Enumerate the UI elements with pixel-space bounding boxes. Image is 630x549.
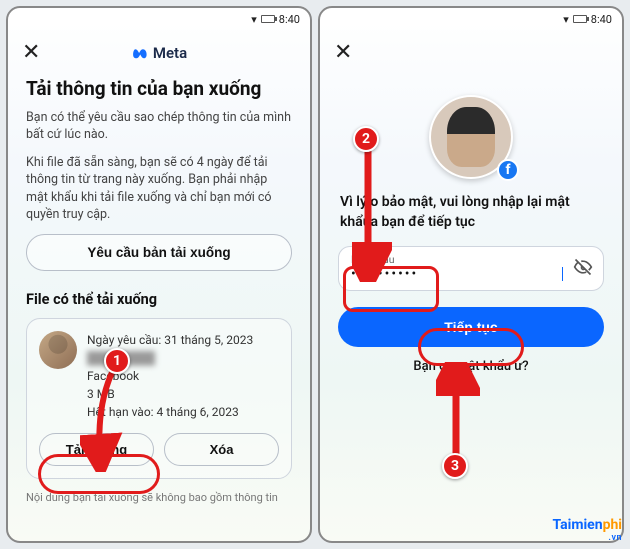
intro-text-2: Khi file đã sẵn sàng, bạn sẽ có 4 ngày đ… <box>26 154 292 224</box>
annotation-badge-2: 2 <box>353 126 379 152</box>
signal-icon: ▾ <box>251 13 257 26</box>
meta-icon <box>131 44 149 62</box>
intro-text-1: Bạn có thể yêu cầu sao chép thông tin củ… <box>26 109 292 144</box>
page-title: Tải thông tin của bạn xuống <box>26 77 292 101</box>
status-time: 8:40 <box>591 13 612 26</box>
section-title: File có thể tải xuống <box>26 291 292 308</box>
phone-left: ▾ 8:40 ✕ Meta Tải thông tin của bạn xuốn… <box>6 6 312 543</box>
visibility-off-icon[interactable] <box>573 257 593 281</box>
annotation-arrow-1 <box>80 362 130 472</box>
avatar <box>39 331 77 369</box>
brand-logo: Meta <box>131 44 187 62</box>
requested-date: Ngày yêu cầu: 31 tháng 5, 2023 <box>87 331 253 349</box>
footnote: Nội dung bạn tải xuống sẽ không bao gồm … <box>26 491 292 505</box>
download-card: Ngày yêu cầu: 31 tháng 5, 2023 ████████ … <box>26 318 292 479</box>
close-icon[interactable]: ✕ <box>22 40 48 65</box>
signal-icon: ▾ <box>563 13 569 26</box>
annotation-arrow-2 <box>352 146 392 282</box>
brand-text: Meta <box>153 44 187 62</box>
battery-icon <box>573 15 587 23</box>
continue-button[interactable]: Tiếp tục <box>338 307 604 347</box>
annotation-badge-3: 3 <box>442 453 468 479</box>
delete-button[interactable]: Xóa <box>164 433 279 466</box>
annotation-arrow-3 <box>436 362 480 464</box>
status-bar: ▾ 8:40 <box>320 8 622 30</box>
status-bar: ▾ 8:40 <box>8 8 310 30</box>
status-time: 8:40 <box>279 13 300 26</box>
battery-icon <box>261 15 275 23</box>
facebook-badge-icon: f <box>497 159 519 181</box>
close-icon[interactable]: ✕ <box>334 40 360 65</box>
annotation-badge-1: 1 <box>104 348 130 374</box>
watermark: Taimienphi .vn <box>552 517 622 543</box>
request-download-button[interactable]: Yêu cầu bản tải xuống <box>26 234 292 271</box>
